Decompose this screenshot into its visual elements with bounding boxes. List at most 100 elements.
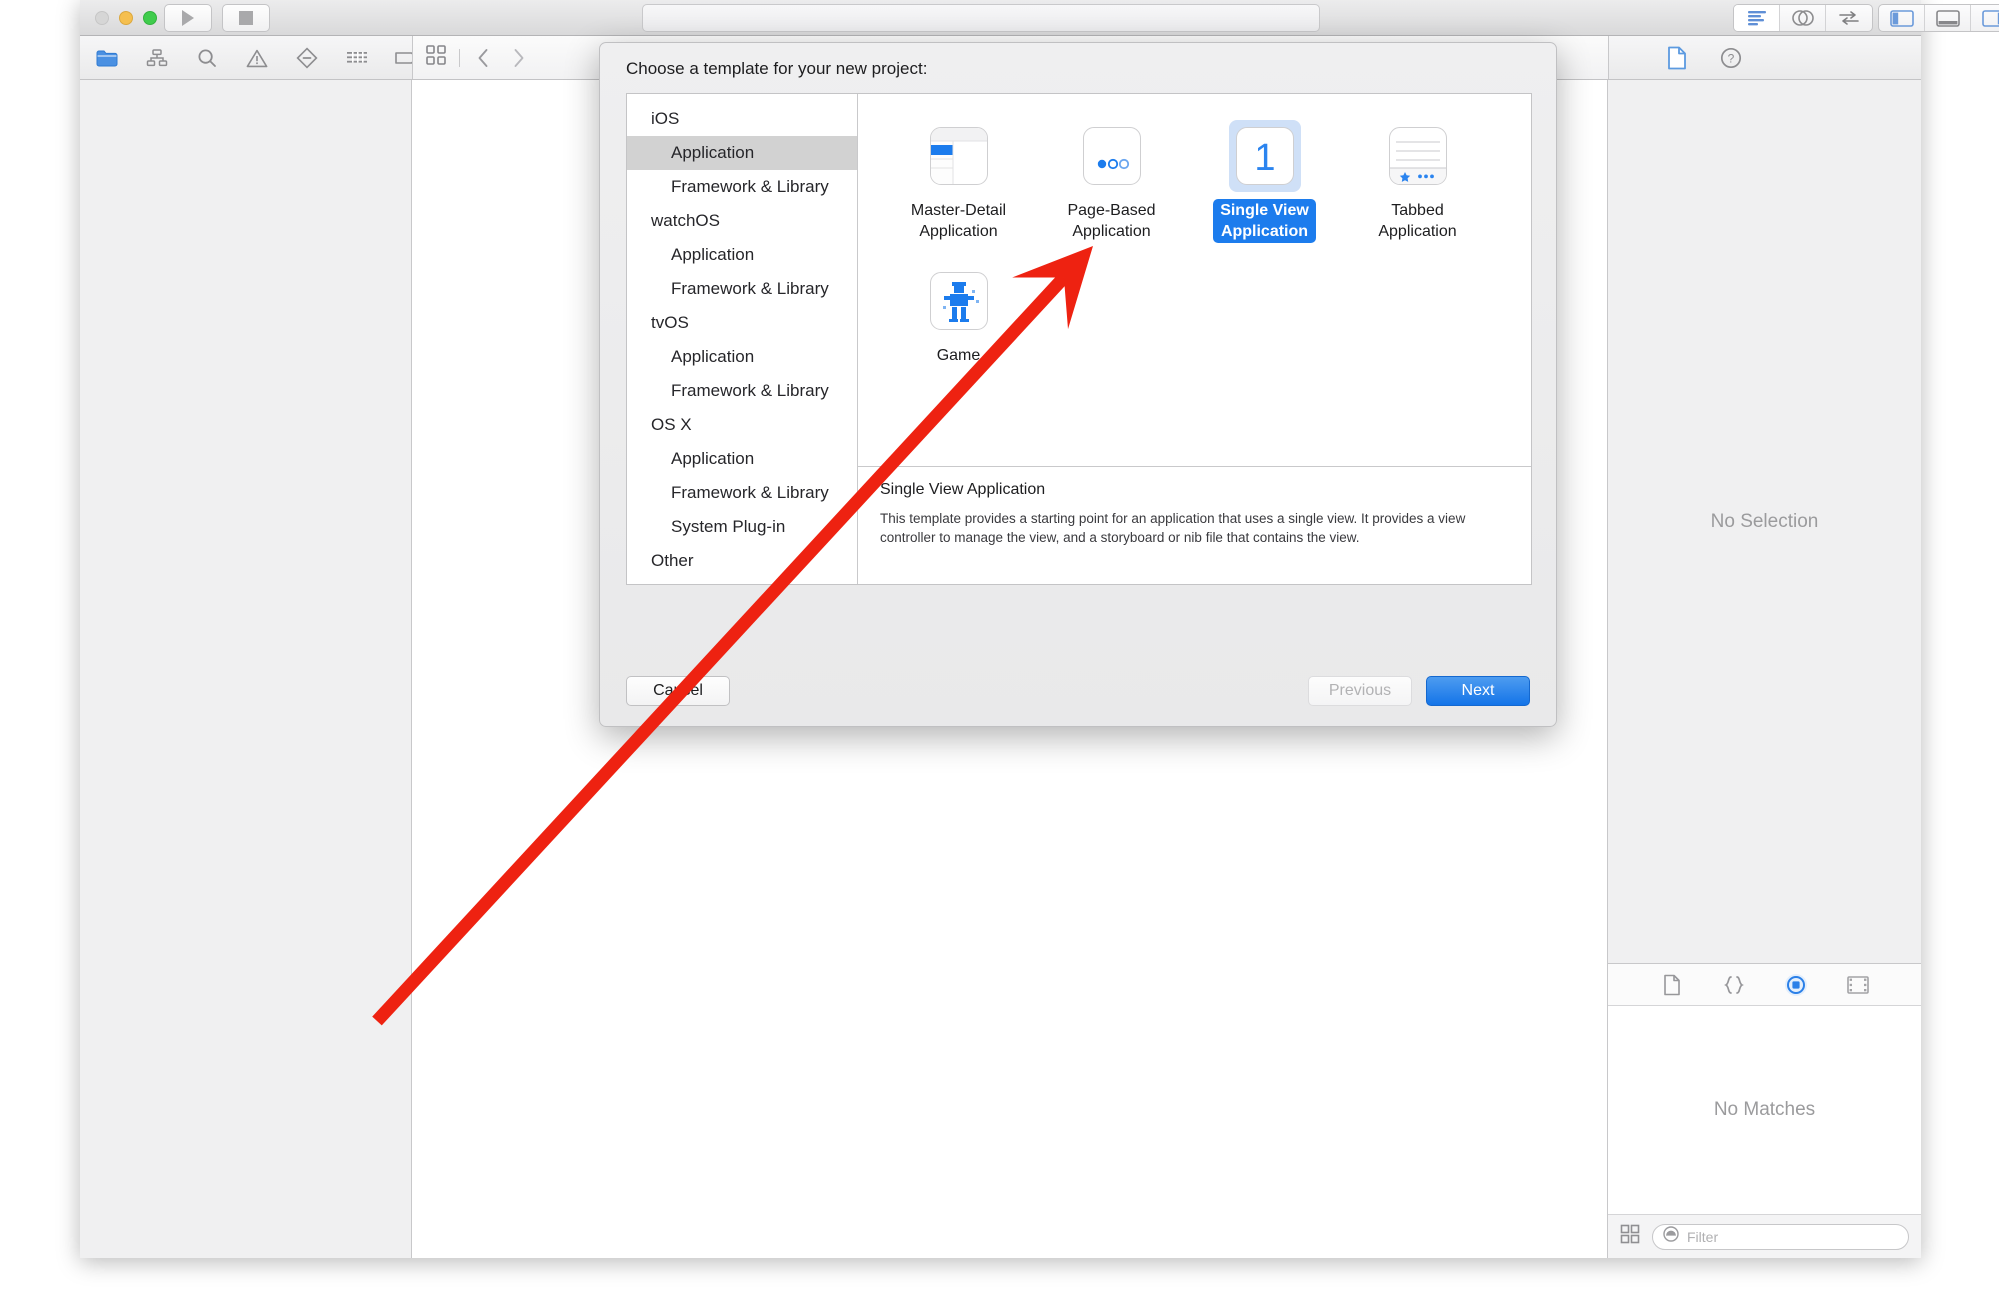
file-inspector-icon[interactable]: [1665, 46, 1689, 70]
template-game[interactable]: Game: [882, 265, 1035, 367]
template-icon-wrap: [923, 120, 995, 192]
source-list-label: Application: [671, 245, 755, 264]
svg-text:1: 1: [1254, 137, 1275, 179]
source-list-item[interactable]: Application: [627, 340, 857, 374]
template-grid: Master-Detail Application Page-Based App…: [858, 94, 1531, 466]
source-list-label: watchOS: [651, 211, 720, 230]
source-list-label: OS X: [651, 415, 692, 434]
source-list-label: Framework & Library: [671, 483, 829, 502]
media-library-icon[interactable]: [1845, 972, 1871, 998]
standard-editor-icon: [1747, 11, 1766, 26]
template-icon-wrap-selected: 1: [1228, 120, 1301, 192]
minimize-window-button[interactable]: [119, 11, 133, 25]
sheet-footer: Cancel Previous Next: [626, 676, 1530, 706]
new-project-template-sheet: Choose a template for your new project: …: [599, 42, 1557, 727]
quick-help-icon[interactable]: ?: [1719, 46, 1743, 70]
source-list-item[interactable]: Application: [627, 442, 857, 476]
view-toggle-segmented-control[interactable]: [1878, 4, 1999, 32]
library-tab-group: [1608, 964, 1921, 1006]
toggle-debug-area-button[interactable]: [1925, 5, 1971, 31]
source-list-label: Framework & Library: [671, 279, 829, 298]
template-label-line2: Application: [1378, 223, 1457, 240]
previous-button[interactable]: Previous: [1308, 676, 1412, 706]
source-list-item[interactable]: Application: [627, 238, 857, 272]
toggle-navigator-button[interactable]: [1879, 5, 1925, 31]
file-template-library-icon[interactable]: [1659, 972, 1685, 998]
description-text: This template provides a starting point …: [880, 511, 1466, 545]
template-label-line1: Master-Detail: [910, 202, 1007, 219]
status-bar[interactable]: [642, 4, 1320, 32]
jump-bar-divider: [459, 48, 460, 67]
chevron-left-icon[interactable]: [472, 47, 494, 69]
description-title: Single View Application: [880, 481, 1046, 498]
toggle-utilities-button[interactable]: [1971, 5, 1999, 31]
source-list-item[interactable]: OS X: [627, 408, 857, 442]
object-library-icon[interactable]: [1783, 972, 1809, 998]
issue-navigator-icon[interactable]: [245, 46, 269, 70]
filter-input[interactable]: Filter: [1652, 1223, 1909, 1250]
source-list-item[interactable]: Other: [627, 544, 857, 578]
stop-button[interactable]: [222, 4, 270, 32]
source-list-item[interactable]: Framework & Library: [627, 272, 857, 306]
standard-editor-button[interactable]: [1734, 5, 1780, 31]
run-button[interactable]: [164, 4, 212, 32]
inspector-area: No Selection: [1608, 80, 1921, 964]
single-view-template-icon: 1: [1235, 127, 1294, 185]
find-navigator-icon[interactable]: [195, 46, 219, 70]
footer-right-buttons: Previous Next: [1308, 676, 1530, 706]
sheet-content: iOS Application Framework & Library watc…: [626, 93, 1532, 585]
template-single-view[interactable]: 1 Single View Application: [1188, 120, 1341, 243]
source-list-item[interactable]: Framework & Library: [627, 374, 857, 408]
source-list-label: Other: [651, 551, 694, 570]
template-page-based[interactable]: Page-Based Application: [1035, 120, 1188, 243]
source-list-item[interactable]: Framework & Library: [627, 170, 857, 204]
template-label-line1: Tabbed: [1391, 202, 1444, 219]
template-label: Page-Based Application: [1060, 199, 1162, 243]
grid-layout-icon[interactable]: [1620, 1224, 1640, 1249]
play-icon: [182, 10, 194, 26]
source-list-item[interactable]: System Plug-in: [627, 510, 857, 544]
template-label: Game: [930, 344, 988, 367]
template-label-line2: Application: [1072, 223, 1151, 240]
test-navigator-icon[interactable]: [295, 46, 319, 70]
code-snippet-library-icon[interactable]: [1721, 972, 1747, 998]
source-list-label: System Plug-in: [671, 517, 786, 536]
version-editor-button[interactable]: [1826, 5, 1872, 31]
assistant-editor-icon: [1791, 10, 1814, 26]
next-button[interactable]: Next: [1426, 676, 1530, 706]
symbol-navigator-icon[interactable]: [145, 46, 169, 70]
filter-placeholder: Filter: [1687, 1228, 1719, 1245]
editor-mode-segmented-control[interactable]: [1733, 4, 1873, 32]
source-list-label: iOS: [651, 109, 680, 128]
close-window-button[interactable]: [95, 11, 109, 25]
utilities-pane: No Selection No Matches Filter: [1608, 80, 1921, 1258]
utilities-selector-bar: ?: [1608, 36, 1921, 79]
source-list-item[interactable]: tvOS: [627, 306, 857, 340]
template-icon-wrap: [923, 265, 995, 337]
template-master-detail[interactable]: Master-Detail Application: [882, 120, 1035, 243]
source-list-item[interactable]: iOS: [627, 102, 857, 136]
template-label-selected: Single View Application: [1213, 199, 1316, 243]
platform-source-list[interactable]: iOS Application Framework & Library watc…: [627, 94, 858, 584]
source-list-item[interactable]: watchOS: [627, 204, 857, 238]
template-label: Tabbed Application: [1371, 199, 1463, 243]
svg-text:?: ?: [1728, 51, 1735, 65]
game-template-icon: [929, 272, 988, 330]
source-list-label: Application: [671, 143, 755, 162]
zoom-window-button[interactable]: [143, 11, 157, 25]
template-tabbed[interactable]: Tabbed Application: [1341, 120, 1494, 243]
related-items-icon[interactable]: [425, 44, 447, 71]
template-label: Master-Detail Application: [904, 199, 1013, 243]
cancel-button[interactable]: Cancel: [626, 676, 730, 706]
assistant-editor-button[interactable]: [1780, 5, 1826, 31]
project-navigator-icon[interactable]: [95, 46, 119, 70]
filter-scope-icon[interactable]: [1663, 1226, 1679, 1247]
chevron-right-icon[interactable]: [508, 47, 530, 69]
source-list-label: Framework & Library: [671, 177, 829, 196]
source-list-label: Application: [671, 347, 755, 366]
template-icon-wrap: [1382, 120, 1454, 192]
debug-navigator-icon[interactable]: [345, 46, 369, 70]
navigator-pane[interactable]: [80, 80, 412, 1258]
source-list-item-selected[interactable]: Application: [627, 136, 857, 170]
source-list-item[interactable]: Framework & Library: [627, 476, 857, 510]
